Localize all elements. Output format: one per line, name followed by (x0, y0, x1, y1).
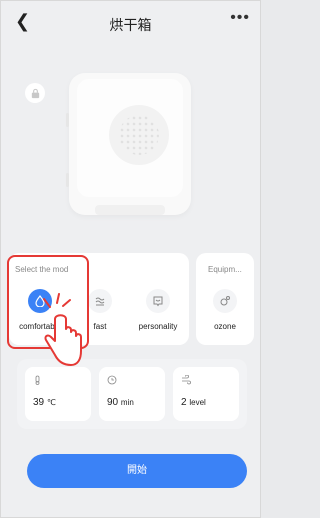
page-title: 烘干箱 (109, 17, 152, 33)
more-options-button[interactable]: ••• (230, 9, 250, 27)
mode-personality[interactable]: personality (129, 289, 187, 331)
tap-hand-icon (43, 293, 82, 366)
equipment-label: ozone (214, 322, 236, 331)
lock-icon (31, 88, 39, 98)
device-front-panel (77, 79, 183, 197)
time-value: 90 (107, 397, 119, 408)
device-fan-grille (109, 105, 169, 165)
header: ❮ 烘干箱 ••• (1, 1, 260, 45)
dryer-device-image (66, 73, 191, 215)
wind-level-unit: level (189, 398, 206, 407)
wind-level-value: 2 (181, 397, 187, 408)
clock-icon (107, 375, 117, 385)
custom-icon (146, 289, 170, 313)
time-setting[interactable]: 90 min (99, 367, 165, 421)
start-button[interactable]: 開始 (27, 454, 247, 488)
temperature-unit: ℃ (46, 398, 56, 407)
time-unit: min (120, 398, 134, 407)
wind-icon (182, 375, 191, 385)
equipment-section-label: Equipm... (208, 265, 242, 274)
child-lock-button[interactable] (25, 83, 45, 103)
temperature-value: 39 (33, 397, 45, 408)
wind-level-setting[interactable]: 2 level (173, 367, 239, 421)
equipment-card: Equipm... ozone (196, 253, 254, 345)
device-base (95, 205, 165, 215)
heat-waves-icon (88, 289, 112, 313)
ozone-icon (213, 289, 237, 313)
mode-label: personality (138, 322, 178, 331)
equipment-ozone[interactable]: ozone (196, 289, 254, 331)
app-screen: ❮ 烘干箱 ••• Select the mod comfortable fas… (0, 0, 261, 518)
